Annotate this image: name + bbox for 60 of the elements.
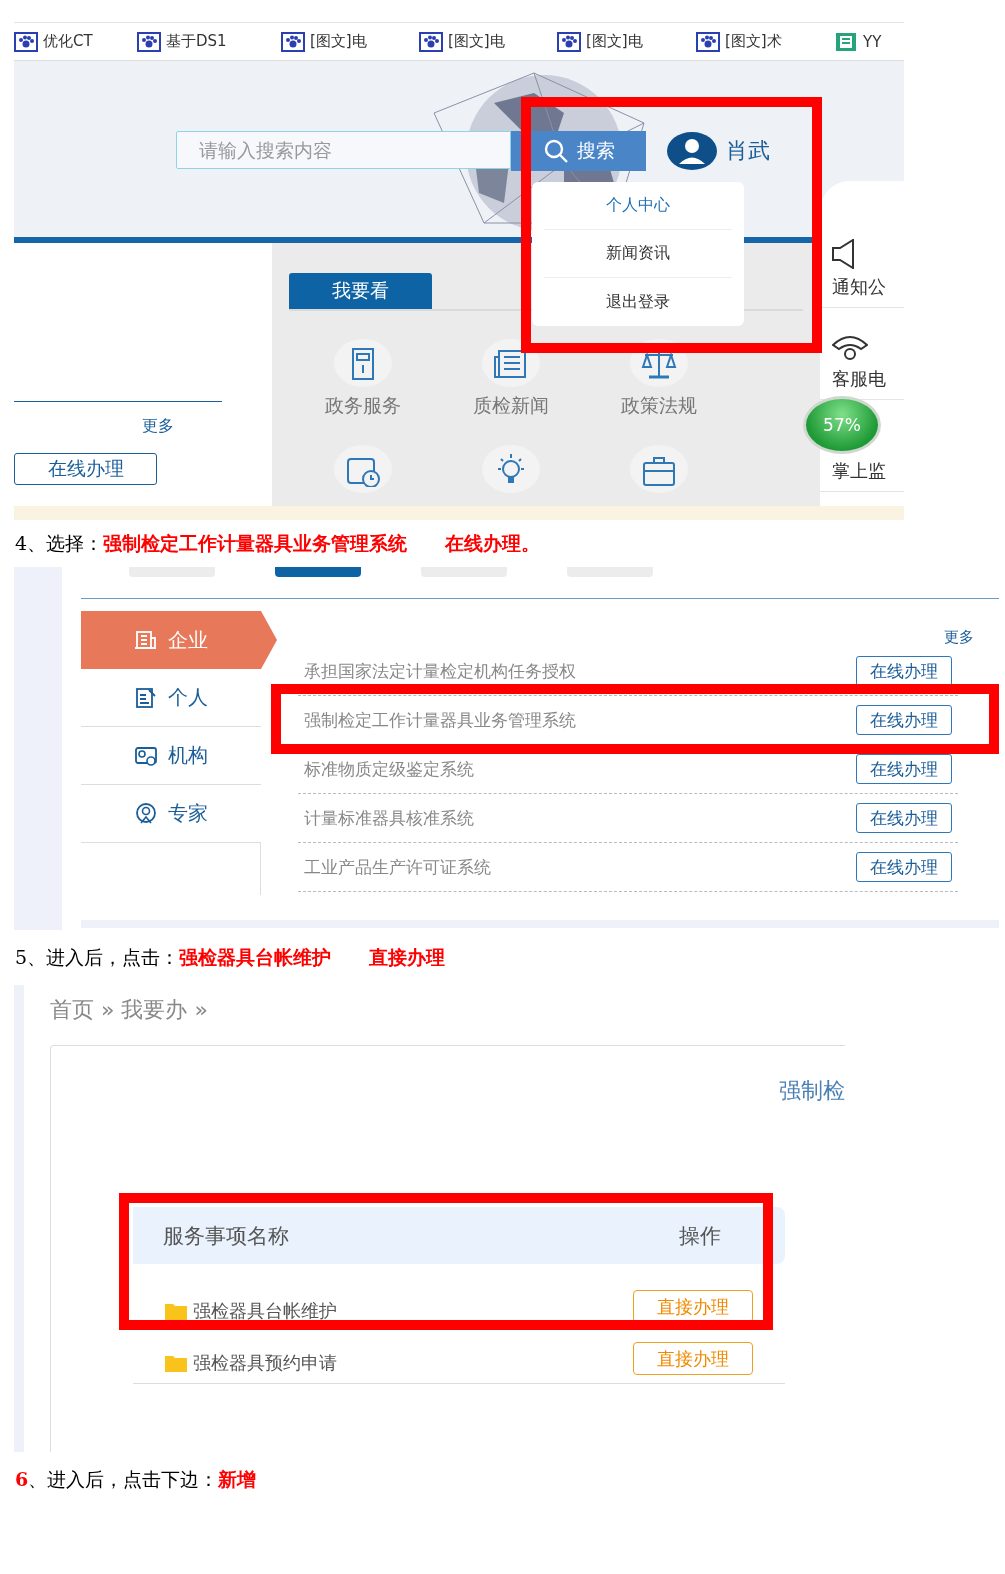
more-link[interactable]: 更多	[944, 611, 974, 647]
search-icon	[542, 138, 569, 164]
folder-icon	[165, 1354, 187, 1372]
online-button[interactable]: 在线办理	[14, 453, 157, 485]
system-name: 计量标准器具核准系统	[303, 806, 474, 830]
bookmark-label[interactable]: [图文]电	[310, 32, 367, 51]
tab[interactable]: 我要看	[289, 273, 432, 309]
category-tab[interactable]: 机构	[81, 727, 261, 785]
system-name: 承担国家法定计量检定机构任务授权	[303, 659, 576, 683]
folder-icon	[165, 1302, 187, 1320]
system-name: 标准物质定级鉴定系统	[303, 757, 474, 781]
bookmark-label[interactable]: YY	[863, 32, 882, 51]
paw-icon	[137, 31, 161, 52]
bookmark-label[interactable]: 优化CT	[43, 32, 93, 51]
tab[interactable]	[275, 567, 361, 577]
service-name: 强检器具台帐维护	[193, 1299, 337, 1323]
system-name: 工业产品生产许可证系统	[303, 855, 491, 879]
menu-item[interactable]: 退出登录	[544, 278, 732, 326]
user-name[interactable]: 肖武	[726, 136, 770, 166]
avatar-icon	[666, 131, 718, 171]
menu-item[interactable]: 新闻资讯	[544, 230, 732, 278]
form-icon	[134, 685, 158, 710]
column-header: 操作	[679, 1222, 721, 1250]
section-title: 强制检	[779, 1077, 845, 1105]
online-button[interactable]: 在线办理	[856, 656, 952, 686]
menu-item[interactable]: 个人中心	[544, 182, 732, 230]
category-tab[interactable]: 专家	[81, 785, 261, 843]
side-link[interactable]: 掌上监	[832, 459, 886, 483]
service-link[interactable]: 质检新闻	[473, 393, 549, 419]
side-link[interactable]: 通知公	[832, 275, 886, 299]
column-header: 服务事项名称	[163, 1222, 289, 1250]
online-button[interactable]: 在线办理	[856, 852, 952, 882]
paw-icon	[419, 31, 443, 52]
speaker-icon	[832, 239, 854, 269]
system-name: 强制检定工作计量器具业务管理系统	[303, 708, 576, 732]
online-button[interactable]: 在线办理	[856, 803, 952, 833]
paw-icon	[696, 31, 720, 52]
badge-icon	[134, 801, 158, 826]
side-link[interactable]: 客服电	[832, 367, 886, 391]
instruction-text: 5、进入后，点击：强检器具台帐维护 直接办理	[15, 944, 446, 970]
instruction-text: 6、进入后，点击下边：新增	[15, 1467, 257, 1492]
search-field[interactable]: 请输入搜索内容	[176, 131, 511, 169]
bookmark-label[interactable]: 基于DS1	[166, 32, 227, 51]
online-button[interactable]: 在线办理	[856, 754, 952, 784]
service-name: 强检器具预约申请	[193, 1351, 337, 1375]
more-link[interactable]: 更多	[142, 416, 252, 437]
instruction-text: 4、选择：强制检定工作计量器具业务管理系统 在线办理。	[15, 530, 541, 556]
paw-icon	[557, 31, 581, 52]
building-icon	[134, 628, 158, 652]
bookmark-label[interactable]: [图文]术	[725, 32, 782, 51]
paw-icon	[281, 31, 305, 52]
online-button[interactable]: 在线办理	[856, 705, 952, 735]
bookmark-label[interactable]: [图文]电	[586, 32, 643, 51]
service-link[interactable]: 政策法规	[621, 393, 697, 419]
book-icon	[834, 31, 858, 52]
breadcrumb[interactable]: 首页 » 我要办 »	[50, 995, 845, 1045]
category-tab[interactable]: 个人	[81, 669, 261, 727]
search-button[interactable]: 搜索	[511, 131, 646, 171]
bookmark-label[interactable]: [图文]电	[448, 32, 505, 51]
service-link[interactable]: 政务服务	[325, 393, 401, 419]
